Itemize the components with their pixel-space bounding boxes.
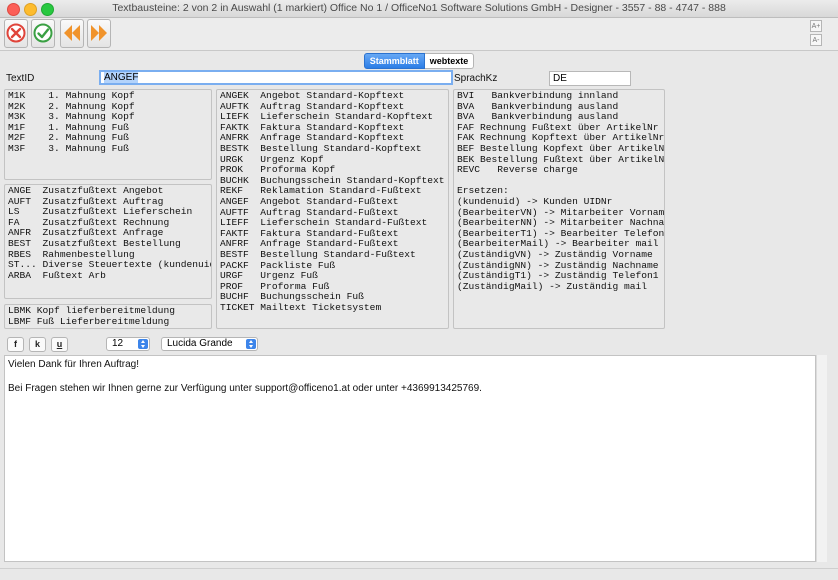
font-decrease-button[interactable]: A- [810,34,822,46]
panel-lieferbereit: LBMK Kopf lieferbereitmeldung LBMF Fuß Li… [4,304,212,329]
cancel-button[interactable] [4,19,28,48]
list-item: (ZuständigMail) -> Zuständig mail [457,280,647,292]
font-size-value: 12 [112,338,124,349]
list-item: BESTF Bestellung Standard-Fußtext [220,248,416,260]
chevron-updown-icon [246,339,256,349]
lieferbereit-list: LBMK Kopf lieferbereitmeldung LBMF Fuß Li… [8,305,208,327]
status-bar [0,568,838,580]
textid-value: ANGEF [104,72,139,83]
list-item: ANGEF Angebot Standard-Fußtext [220,195,399,207]
list-item: (ZuständigVN) -> Zuständig Vorname [457,248,653,260]
list-item: BEST Zusatzfußtext Bestellung [8,237,181,249]
list-item: ARBA Fußtext Arb [8,269,106,281]
cancel-icon [6,23,26,43]
next-record-button[interactable] [87,19,111,48]
panel-mahnung: M1K 1. Mahnung Kopf M2K 2. Mahnung Kopf M3… [4,89,212,180]
panel-standardtexte: ANGEK Angebot Standard-Kopftext AUFTK Auf… [216,89,449,329]
list-item: ANGE Zusatzfußtext Angebot [8,185,164,196]
font-size-select[interactable]: 12 [106,337,150,351]
arrow-right-icon [91,25,107,41]
list-item: ANGEK Angebot Standard-Kopftext [220,90,405,101]
standardtexte-list: ANGEK Angebot Standard-Kopftext AUFTK Auf… [220,90,445,313]
confirm-button[interactable] [31,19,55,48]
panel-zusatzfusstext: ANGE Zusatzfußtext Angebot AUFT Zusatzfuß… [4,184,212,299]
textid-label: TextID [6,73,35,84]
window-title: Textbausteine: 2 von 2 in Auswahl (1 mar… [112,2,726,14]
tab-stammblatt[interactable]: Stammblatt [363,53,425,69]
list-item: LBMK Kopf lieferbereitmeldung [8,305,175,316]
list-item: M3F 3. Mahnung Fuß [8,142,129,154]
chevron-updown-icon [138,339,148,349]
list-item: LBMF Fuß Lieferbereitmeldung [8,315,170,327]
list-item: BVI Bankverbindung innland [457,90,619,101]
font-name-select[interactable]: Lucida Grande [161,337,258,351]
toolbar [0,18,838,51]
list-item: TICKET Mailtext Ticketsystem [220,301,382,313]
title-bar: Textbausteine: 2 von 2 in Auswahl (1 mar… [0,0,838,18]
previous-record-button[interactable] [60,19,84,48]
font-increase-button[interactable]: A+ [810,20,822,32]
textid-field[interactable]: ANGEF [99,70,453,85]
bank-and-placeholder-list: BVI Bankverbindung innland BVA Bankverbin… [457,90,665,292]
list-item: M1K 1. Mahnung Kopf [8,90,135,101]
list-item: BESTK Bestellung Standard-Kopftext [220,142,422,154]
checkmark-icon [33,23,53,43]
tab-webtexte[interactable]: webtexte [424,53,475,69]
panel-bankverbindung-ersetzen: BVI Bankverbindung innland BVA Bankverbin… [453,89,665,329]
font-name-value: Lucida Grande [167,338,233,349]
editor-line: Bei Fragen stehen wir Ihnen gerne zur Ve… [8,383,482,394]
text-editor[interactable]: Vielen Dank für Ihren Auftrag! Bei Frage… [4,355,816,562]
arrow-left-icon [64,25,80,41]
editor-line: Vielen Dank für Ihren Auftrag! [8,359,140,370]
mahnung-list: M1K 1. Mahnung Kopf M2K 2. Mahnung Kopf M3… [8,90,208,155]
list-item: (kundenuid) -> Kunden UIDNr [457,195,613,207]
bold-button[interactable]: f [7,337,24,352]
tab-bar: Stammblatt webtexte [0,53,838,69]
editor-scrollbar[interactable] [816,355,827,562]
list-item: REVC Reverse charge [457,164,578,176]
underline-button[interactable]: u [51,337,68,352]
list-item: BEF Bestellung Kopfext über ArtikelNr [457,142,665,154]
zusatzfusstext-list: ANGE Zusatzfußtext Angebot AUFT Zusatzfuß… [8,185,211,281]
sprachkz-field[interactable]: DE [549,71,631,86]
sprachkz-label: SprachKz [454,73,498,84]
italic-button[interactable]: k [29,337,46,352]
